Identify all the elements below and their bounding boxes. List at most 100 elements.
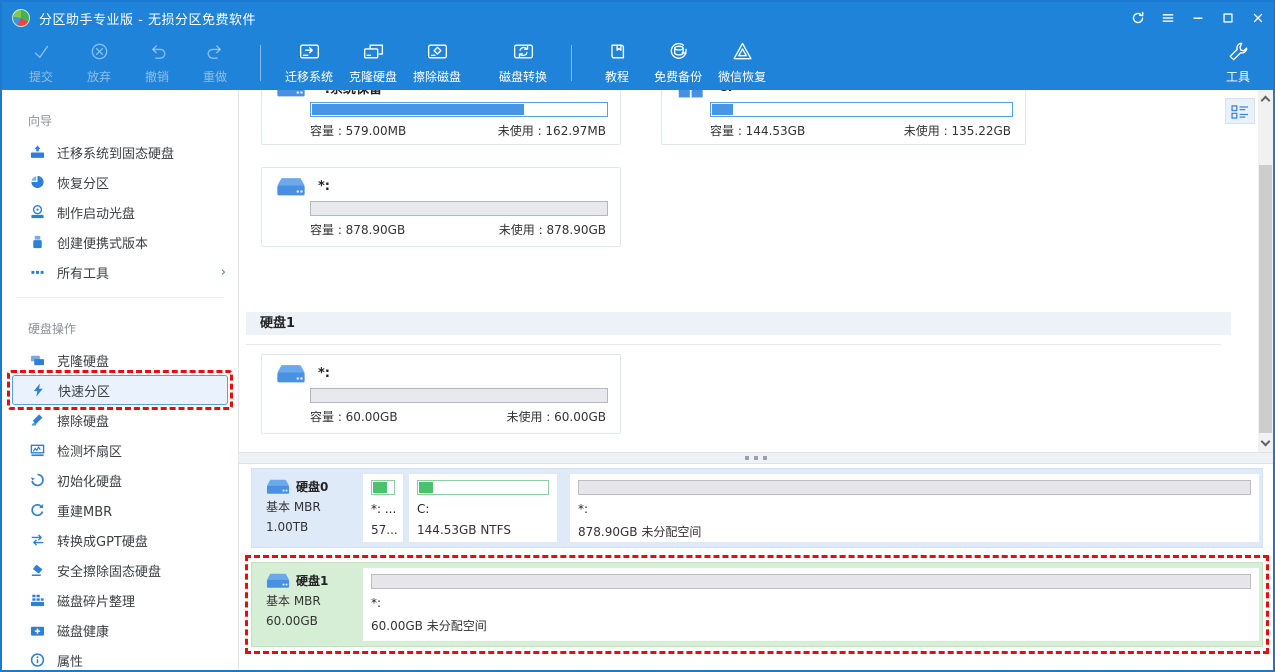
usage-bar [371, 480, 395, 495]
divider [246, 344, 1221, 345]
disk-meta: 基本 MBR [266, 499, 356, 515]
unused-text: 未使用 : 60.00GB [506, 408, 606, 425]
sidebar-item-portable-version[interactable]: 创建便携式版本 [2, 227, 238, 257]
recover-partition-icon [30, 167, 45, 197]
titlebar: 分区助手专业版 - 无损分区免费软件 [2, 2, 1273, 34]
usage-bar [310, 388, 608, 403]
menu-icon[interactable] [1153, 2, 1183, 34]
usage-bar [417, 480, 549, 495]
scroll-up-icon[interactable] [1261, 96, 1271, 106]
disk-convert-button[interactable]: 磁盘转换 [491, 36, 555, 90]
disk0-partition-reserved[interactable]: *: ... 57... [363, 474, 403, 542]
redo-button[interactable]: 重做 [186, 36, 244, 90]
init-disk-icon [30, 465, 45, 495]
scroll-down-icon[interactable] [1261, 437, 1271, 447]
disk1-row-selected[interactable]: 硬盘1 基本 MBR 60.00GB *: 60.00GB 未分配空间 [251, 562, 1263, 647]
free-backup-button[interactable]: 免费备份 [646, 36, 710, 90]
migrate-system-button[interactable]: 迁移系统 [277, 36, 341, 90]
sidebar-item-properties[interactable]: 属性 [2, 645, 238, 670]
disk0-partition-c[interactable]: C: 144.53GB NTFS [409, 474, 557, 542]
unused-text: 未使用 : 135.22GB [904, 122, 1011, 139]
convert-gpt-icon [30, 525, 45, 555]
sidebar-section-wizard: 向导 [2, 100, 238, 137]
disk1-info: 硬盘1 基本 MBR 60.00GB [252, 563, 360, 646]
sidebar-item-disk-health[interactable]: 磁盘健康 [2, 615, 238, 645]
toolbar-separator [571, 45, 572, 81]
partition-card-system-reserved[interactable]: *:系统保留 容量 : 579.00MB未使用 : 162.97MB [261, 90, 621, 145]
maximize-button[interactable] [1213, 2, 1243, 34]
sidebar-item-convert-gpt[interactable]: 转换成GPT硬盘 [2, 525, 238, 555]
disk-health-icon [30, 615, 45, 645]
scrollbar-thumb[interactable] [1259, 165, 1272, 433]
sidebar-section-disk-ops: 硬盘操作 [2, 308, 238, 345]
sidebar-item-bootable-media[interactable]: 制作启动光盘 [2, 197, 238, 227]
sidebar-item-quick-partition[interactable]: 快速分区 [12, 375, 228, 405]
partition-label: *: [318, 366, 330, 381]
close-button[interactable] [1243, 2, 1273, 34]
disk-map-panel: 硬盘0 基本 MBR 1.00TB *: ... 57... C: 144.53… [239, 464, 1273, 670]
capacity-text: 容量 : 60.00GB [310, 408, 398, 425]
discard-button[interactable]: 放弃 [70, 36, 128, 90]
chevron-right-icon: › [221, 265, 226, 280]
sidebar: 向导 迁移系统到固态硬盘 恢复分区 制作启动光盘 创建便携式版本 所有工具› 硬… [2, 90, 239, 670]
sidebar-item-recover-partition[interactable]: 恢复分区 [2, 167, 238, 197]
sidebar-item-wipe-disk[interactable]: 擦除硬盘 [2, 405, 238, 435]
disk-name: 硬盘0 [296, 478, 328, 495]
list-view-toggle-icon[interactable] [1225, 98, 1255, 124]
sidebar-item-defrag[interactable]: 磁盘碎片整理 [2, 585, 238, 615]
disk-drive-icon [276, 90, 306, 98]
usage-bar [710, 102, 1013, 117]
portable-version-icon [30, 227, 45, 257]
partition-card-unallocated-disk1[interactable]: *: 容量 : 60.00GB 未使用 : 60.00GB [261, 354, 621, 434]
app-logo-icon [12, 9, 30, 27]
disk1-partition-unallocated[interactable]: *: 60.00GB 未分配空间 [363, 568, 1259, 641]
toolbar: 提交 放弃 撤销 重做 迁移系统 克隆硬盘 擦除磁盘 磁盘转换 教程 免费备份 … [2, 34, 1273, 90]
sidebar-item-clone-disk[interactable]: 克隆硬盘 [2, 345, 238, 375]
sidebar-item-rebuild-mbr[interactable]: 重建MBR [2, 495, 238, 525]
usage-bar [310, 102, 608, 117]
undo-button[interactable]: 撤销 [128, 36, 186, 90]
disk0-row[interactable]: 硬盘0 基本 MBR 1.00TB *: ... 57... C: 144.53… [251, 468, 1263, 548]
sidebar-item-init-disk[interactable]: 初始化硬盘 [2, 465, 238, 495]
disk-drive-icon [266, 478, 290, 495]
wechat-recover-button[interactable]: 微信恢复 [710, 36, 774, 90]
toolbar-separator [260, 45, 261, 81]
clone-disk-icon [30, 345, 45, 375]
partition-card-unallocated-disk0[interactable]: *: 容量 : 878.90GB 未使用 : 878.90GB [261, 167, 621, 247]
wipe-disk-button[interactable]: 擦除磁盘 [405, 36, 469, 90]
capacity-text: 容量 : 878.90GB [310, 221, 405, 238]
minimize-button[interactable] [1183, 2, 1213, 34]
capacity-text: 容量 : 579.00MB [310, 122, 406, 139]
tutorial-button[interactable]: 教程 [588, 36, 646, 90]
partition-card-c[interactable]: C: 容量 : 144.53GB 未使用 : 135.22GB [661, 90, 1026, 145]
disk-drive-icon [266, 572, 290, 589]
disk-drive-icon [276, 176, 306, 197]
disk1-section-header: 硬盘1 [246, 312, 1231, 335]
secure-erase-icon [30, 555, 45, 585]
disk0-partition-unallocated[interactable]: *: 878.90GB 未分配空间 [570, 474, 1259, 542]
tools-button[interactable]: 工具 [1209, 36, 1267, 90]
app-window: 分区助手专业版 - 无损分区免费软件 提交 放弃 撤销 重做 迁移系统 克隆硬盘… [0, 0, 1275, 672]
unused-text: 未使用 : 878.90GB [499, 221, 606, 238]
sidebar-item-secure-erase[interactable]: 安全擦除固态硬盘 [2, 555, 238, 585]
divider [16, 297, 224, 298]
brush-icon [30, 405, 45, 435]
refresh-icon[interactable] [1123, 2, 1153, 34]
sidebar-item-migrate-ssd[interactable]: 迁移系统到固态硬盘 [2, 137, 238, 167]
panel-splitter[interactable] [239, 452, 1273, 464]
rebuild-mbr-icon [30, 495, 45, 525]
sidebar-item-all-tools[interactable]: 所有工具› [2, 257, 238, 287]
clone-disk-button[interactable]: 克隆硬盘 [341, 36, 405, 90]
vertical-scrollbar[interactable] [1258, 90, 1273, 452]
commit-button[interactable]: 提交 [12, 36, 70, 90]
capacity-text: 容量 : 144.53GB [710, 122, 805, 139]
sidebar-item-bad-sector[interactable]: 检测坏扇区 [2, 435, 238, 465]
partition-label: *: [318, 179, 330, 194]
all-tools-icon [30, 257, 45, 287]
usage-bar [310, 201, 608, 216]
info-icon [30, 645, 45, 670]
partition-label: C: [718, 90, 733, 95]
disk-drive-icon [276, 363, 306, 384]
defrag-icon [30, 585, 45, 615]
partition-label: *:系统保留 [318, 90, 382, 97]
